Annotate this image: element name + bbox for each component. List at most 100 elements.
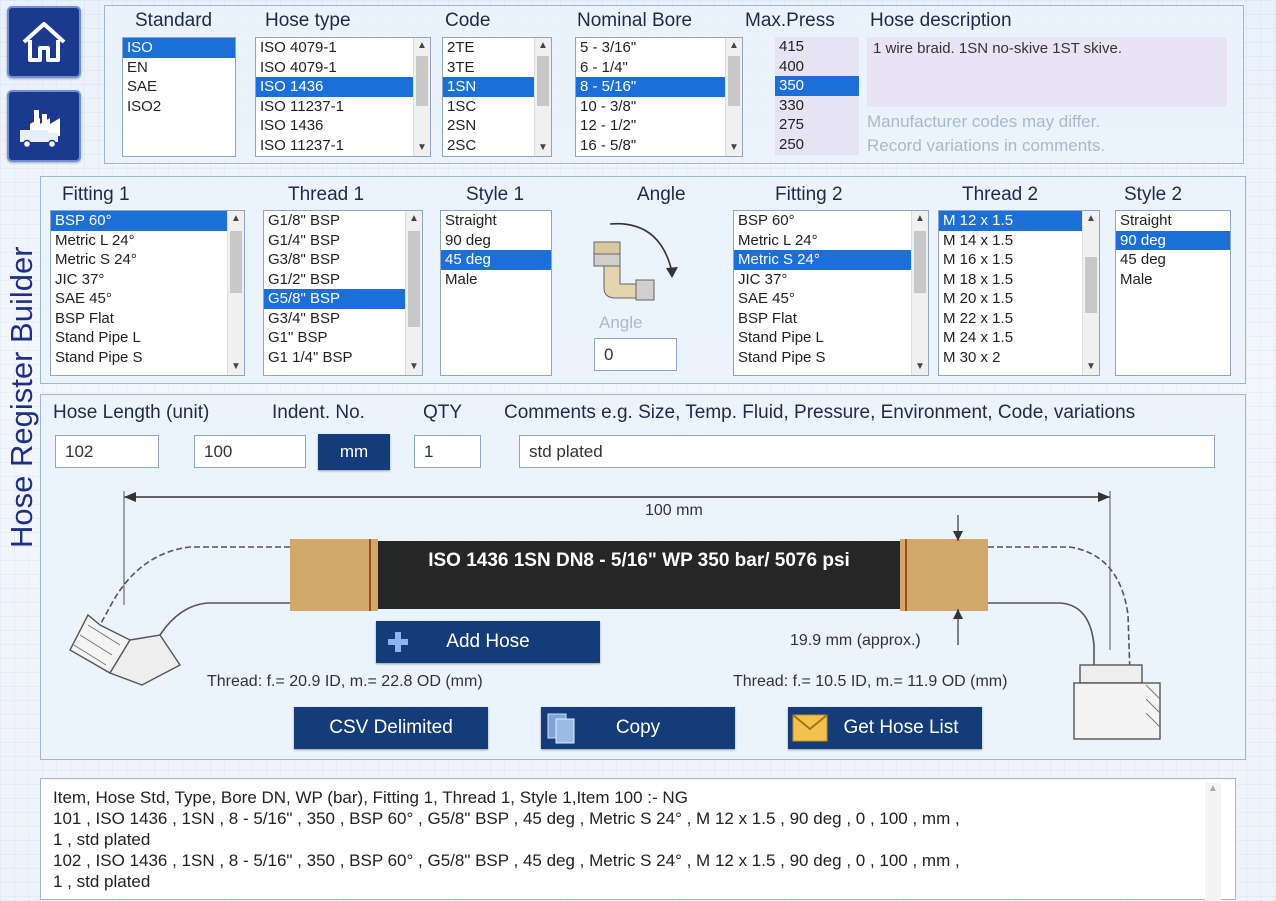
list-item[interactable]: ISO2 [123, 97, 235, 117]
output-scrollbar[interactable]: ▲ [1205, 783, 1221, 901]
output-line: 1 , std plated [53, 872, 151, 891]
list-item[interactable]: Straight [1116, 211, 1230, 231]
list-scrollbar[interactable]: ▲ ▼ [1082, 211, 1099, 375]
list-item[interactable]: BSP Flat [51, 309, 227, 329]
list-item[interactable]: ISO 1436 [256, 77, 413, 97]
list-item[interactable]: G3/8" BSP [264, 250, 405, 270]
list-item[interactable]: 2TE [443, 38, 534, 58]
list-item[interactable]: JIC 37° [734, 270, 911, 290]
list-item[interactable]: M 22 x 1.5 [939, 309, 1082, 329]
list-item[interactable]: BSP 60° [51, 211, 227, 231]
add-hose-button[interactable]: Add Hose [376, 621, 600, 663]
list-item[interactable]: 90 deg [441, 231, 551, 251]
list-item[interactable]: ISO 1436 [256, 116, 413, 136]
list-item[interactable]: Stand Pipe L [51, 328, 227, 348]
list-item[interactable]: Straight [441, 211, 551, 231]
list-item[interactable]: Metric S 24° [51, 250, 227, 270]
fitting2-list[interactable]: BSP 60° Metric L 24° Metric S 24° JIC 37° SA… [733, 210, 929, 376]
list-item[interactable]: Metric L 24° [734, 231, 911, 251]
thread2-list[interactable]: M 12 x 1.5 M 14 x 1.5 M 16 x 1.5 M 18 x 1.5… [938, 210, 1100, 376]
list-item[interactable]: SAE 45° [51, 289, 227, 309]
list-item[interactable]: JIC 37° [51, 270, 227, 290]
list-item[interactable]: M 30 x 2 [939, 348, 1082, 368]
fitting1-label: Fitting 1 [62, 184, 130, 205]
list-item[interactable]: EN [123, 58, 235, 78]
list-item[interactable]: Metric L 24° [51, 231, 227, 251]
list-item[interactable]: Stand Pipe S [734, 348, 911, 368]
qty-input[interactable]: 1 [414, 435, 481, 468]
home-button[interactable] [7, 6, 81, 78]
indent-label: Indent. No. [272, 402, 365, 423]
list-item[interactable]: Stand Pipe S [51, 348, 227, 368]
list-item[interactable]: 12 - 1/2" [576, 116, 725, 136]
list-item[interactable]: M 14 x 1.5 [939, 231, 1082, 251]
list-item[interactable]: G1 1/4" BSP [264, 348, 405, 368]
list-item[interactable]: 90 deg [1116, 230, 1230, 250]
list-item[interactable]: 1SC [443, 97, 534, 117]
comments-input[interactable]: std plated [519, 435, 1215, 468]
csv-delimited-button[interactable]: CSV Delimited [294, 707, 488, 749]
hose-type-list[interactable]: ISO 4079-1 ISO 4079-1 ISO 1436 ISO 11237-1 I… [255, 37, 431, 157]
list-item[interactable]: ISO 11237-1 [256, 136, 413, 156]
output-textarea[interactable]: Item, Hose Std, Type, Bore DN, WP (bar),… [40, 778, 1236, 901]
nominal-bore-list[interactable]: 5 - 3/16" 6 - 1/4" 8 - 5/16" 10 - 3/8" 12 - … [575, 37, 743, 157]
list-item[interactable]: Stand Pipe L [734, 328, 911, 348]
list-item[interactable]: Male [1116, 270, 1230, 290]
list-item[interactable]: 45 deg [441, 250, 551, 270]
list-item[interactable]: G1/2" BSP [264, 270, 405, 290]
list-item[interactable]: G1" BSP [264, 328, 405, 348]
list-item[interactable]: 2SC [443, 136, 534, 156]
list-item[interactable]: Male [441, 270, 551, 290]
list-scrollbar[interactable]: ▲ ▼ [534, 38, 551, 156]
style2-list[interactable]: Straight 90 deg 45 deg Male [1115, 210, 1231, 376]
list-item[interactable]: M 18 x 1.5 [939, 270, 1082, 290]
list-item[interactable]: 45 deg [1116, 250, 1230, 270]
item-number-input[interactable]: 102 [55, 435, 159, 468]
list-item[interactable]: 10 - 3/8" [576, 97, 725, 117]
list-item[interactable]: SAE 45° [734, 289, 911, 309]
list-item[interactable]: 3TE [443, 58, 534, 78]
list-item[interactable]: G3/4" BSP [264, 309, 405, 329]
angle-input[interactable]: 0 [594, 338, 677, 371]
list-scrollbar[interactable]: ▲ ▼ [413, 38, 430, 156]
list-item[interactable]: BSP Flat [734, 309, 911, 329]
list-item: 350 [775, 76, 859, 96]
style1-list[interactable]: Straight 90 deg 45 deg Male [440, 210, 552, 376]
list-item[interactable]: M 16 x 1.5 [939, 250, 1082, 270]
list-item[interactable]: 1SN [443, 77, 534, 97]
standard-list[interactable]: ISO EN SAE ISO2 [122, 37, 236, 157]
list-scrollbar[interactable]: ▲ ▼ [911, 211, 928, 375]
list-item[interactable]: 16 - 5/8" [576, 136, 725, 156]
list-scrollbar[interactable]: ▲ ▼ [725, 38, 742, 156]
list-item[interactable]: M 20 x 1.5 [939, 289, 1082, 309]
list-item[interactable]: G5/8" BSP [264, 289, 405, 309]
list-scrollbar[interactable]: ▲ ▼ [227, 211, 244, 375]
list-item[interactable]: 8 - 5/16" [576, 77, 725, 97]
list-item[interactable]: ISO 4079-1 [256, 58, 413, 78]
list-item[interactable]: 5 - 3/16" [576, 38, 725, 58]
list-item[interactable]: M 12 x 1.5 [939, 211, 1082, 231]
list-scrollbar[interactable]: ▲ ▼ [405, 211, 422, 375]
list-item[interactable]: SAE [123, 77, 235, 97]
list-item[interactable]: Metric S 24° [734, 250, 911, 270]
list-item[interactable]: BSP 60° [734, 211, 911, 231]
list-item[interactable]: ISO [123, 38, 235, 58]
hose-length-input[interactable]: 100 [194, 435, 306, 468]
factory-button[interactable] [7, 90, 81, 162]
thread1-list[interactable]: G1/8" BSP G1/4" BSP G3/8" BSP G1/2" BSP G5/8… [263, 210, 423, 376]
list-item[interactable]: G1/4" BSP [264, 231, 405, 251]
style1-label: Style 1 [466, 184, 525, 205]
get-hose-list-button[interactable]: Get Hose List [788, 707, 982, 749]
list-item[interactable]: G1/8" BSP [264, 211, 405, 231]
copy-button[interactable]: Copy [541, 707, 735, 749]
list-item[interactable]: ISO 4079-1 [256, 38, 413, 58]
list-item[interactable]: 2SN [443, 116, 534, 136]
list-item[interactable]: 6 - 1/4" [576, 58, 725, 78]
list-item[interactable]: ISO 11237-1 [256, 97, 413, 117]
code-list[interactable]: 2TE 3TE 1SN 1SC 2SN 2SC ▲ ▼ [442, 37, 552, 157]
unit-button[interactable]: mm [318, 434, 390, 470]
list-item[interactable]: M 24 x 1.5 [939, 328, 1082, 348]
comments-label: Comments e.g. Size, Temp. Fluid, Pressur… [504, 402, 1136, 423]
app-title: Hose Register Builder [4, 246, 39, 548]
fitting1-list[interactable]: BSP 60° Metric L 24° Metric S 24° JIC 37° SA… [50, 210, 245, 376]
